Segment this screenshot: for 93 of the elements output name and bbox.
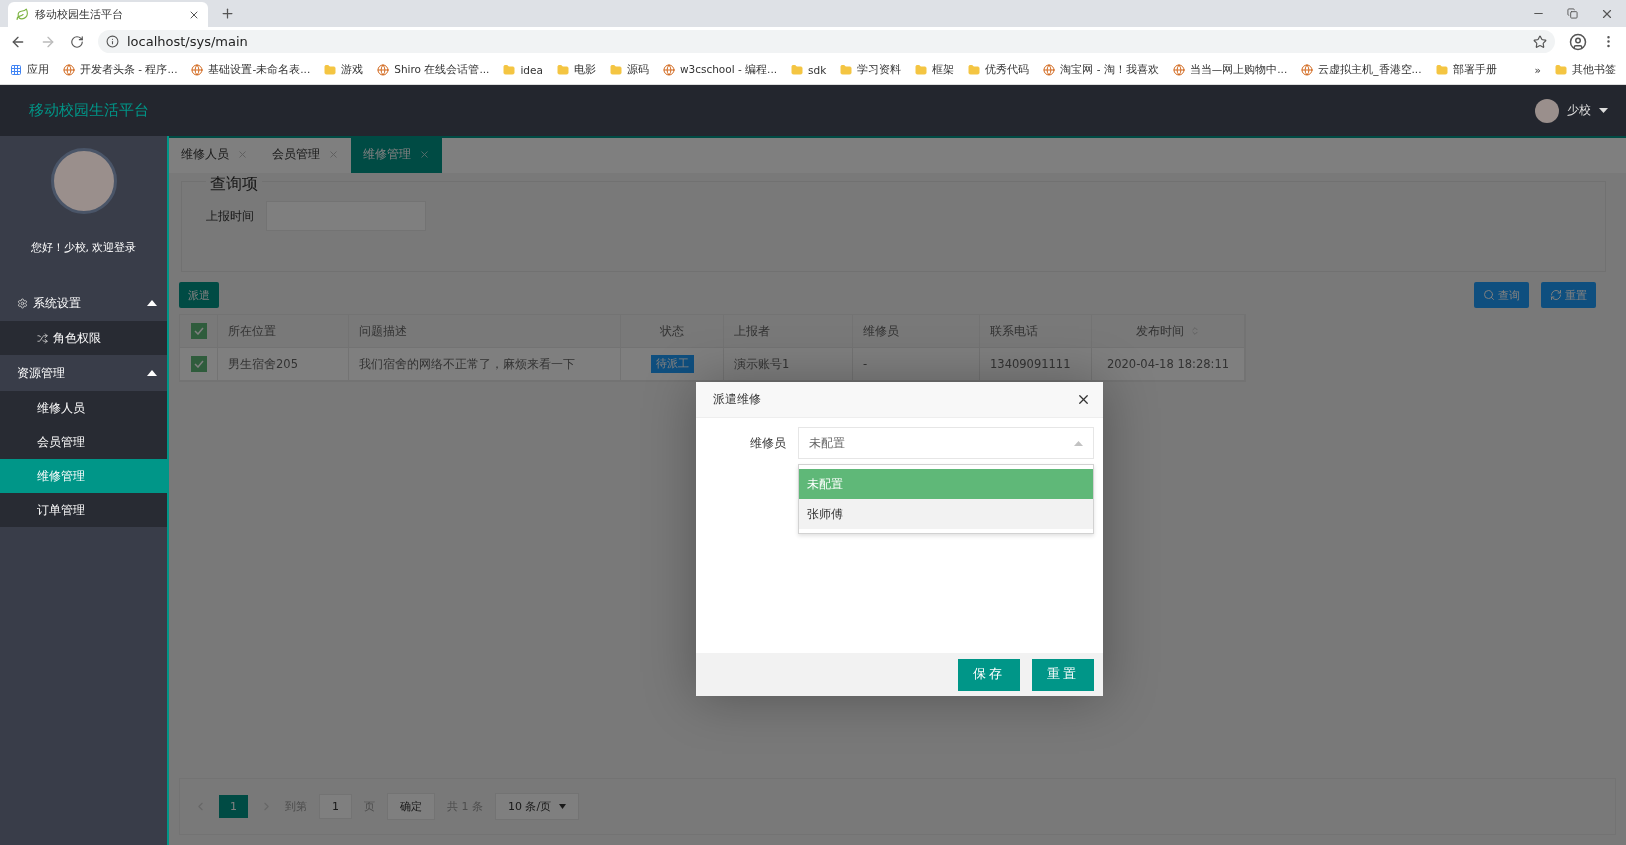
bookmark[interactable]: 云虚拟主机_香港空... (1301, 63, 1422, 77)
dropdown-option[interactable]: 张师傅 (799, 499, 1093, 529)
globe-icon (377, 64, 390, 76)
apps-grid-icon (10, 64, 22, 76)
menu-item[interactable]: 维修人员 (0, 391, 167, 425)
address-bar[interactable]: localhost/sys/main (98, 30, 1555, 53)
bookmark[interactable]: sdk (791, 64, 827, 76)
bookmark[interactable]: 当当—网上购物中... (1172, 63, 1288, 77)
close-icon[interactable] (1076, 392, 1091, 407)
page-size-select[interactable]: 10 条/页 (495, 793, 580, 820)
save-button[interactable]: 保存 (958, 658, 1020, 691)
status-badge: 待派工 (650, 355, 694, 373)
browser-tab[interactable]: 移动校园生活平台 (8, 2, 208, 27)
folder-icon (556, 64, 569, 76)
star-icon[interactable] (1533, 34, 1547, 49)
table-cell: 演示账号1 (724, 348, 853, 381)
menu-group[interactable]: 系统设置 (0, 285, 167, 321)
bookmark[interactable]: 源码 (609, 63, 649, 77)
page-input[interactable]: 1 (319, 794, 352, 819)
globe-icon (191, 64, 204, 76)
refresh-icon (1550, 289, 1562, 301)
folder-icon (324, 64, 337, 76)
folder-icon (609, 64, 622, 76)
bookmark[interactable]: 部署手册 (1435, 63, 1497, 77)
bookmark[interactable]: 淘宝网 - 淘！我喜欢 (1043, 63, 1159, 77)
bookmark[interactable]: 应用 (10, 63, 49, 77)
table-header-cell: 所在位置 (218, 315, 349, 348)
folder-icon (840, 64, 853, 76)
table-cell: 男生宿舍205 (218, 348, 349, 381)
bookmark[interactable]: idea (503, 64, 543, 76)
avatar (1535, 98, 1559, 123)
query-legend: 查询项 (206, 174, 262, 195)
new-tab-icon[interactable] (220, 6, 235, 21)
globe-icon (63, 64, 75, 76)
bookmark[interactable]: 框架 (915, 63, 955, 77)
reload-icon[interactable] (70, 34, 84, 49)
table-header-cell: 问题描述 (349, 315, 621, 348)
table-cell: 13409091111 (980, 348, 1092, 381)
menu-group[interactable]: 资源管理 (0, 355, 167, 391)
checkbox[interactable] (190, 356, 207, 372)
folder-icon (1435, 64, 1448, 76)
info-icon (106, 35, 119, 48)
bookmark[interactable]: 电影 (556, 63, 596, 77)
bookmark[interactable]: 学习资料 (840, 63, 902, 77)
table-header-cell: 发布时间 (1092, 315, 1245, 348)
check-icon (193, 360, 204, 368)
search-icon (1483, 289, 1495, 301)
bookmark[interactable]: 优秀代码 (968, 63, 1030, 77)
folder-icon (503, 64, 516, 76)
checkbox[interactable] (190, 323, 207, 339)
bookmark[interactable]: 游戏 (324, 63, 364, 77)
menu-item[interactable]: 订单管理 (0, 493, 167, 527)
globe-icon (1172, 64, 1185, 76)
table-cell: 我们宿舍的网络不正常了，麻烦来看一下 (349, 348, 621, 381)
table-header-cell: 联系电话 (980, 315, 1092, 348)
bookmark[interactable]: 基础设置-未命名表... (191, 63, 311, 77)
field-label: 维修员 (749, 435, 786, 452)
table-header-cell: 状态 (621, 315, 724, 348)
more-bookmarks[interactable]: » (1534, 64, 1541, 76)
confirm-button[interactable]: 确定 (387, 793, 435, 820)
globe-icon (1301, 64, 1314, 76)
account-icon[interactable] (1569, 32, 1587, 51)
repairman-select[interactable]: 未配置 (798, 427, 1094, 459)
check-icon (193, 327, 204, 335)
dialog-title: 派遣维修 (713, 392, 761, 407)
gear-icon (17, 297, 28, 309)
greeting: 您好！少校, 欢迎登录 (30, 240, 137, 255)
folder-icon (915, 64, 928, 76)
globe-icon (662, 64, 675, 76)
table-cell: - (853, 348, 980, 381)
menu-item[interactable]: 角色权限 (0, 321, 167, 355)
table-cell: 2020-04-18 18:28:11 (1092, 348, 1245, 381)
bookmark[interactable]: w3cschool - 编程... (662, 63, 778, 77)
bookmark[interactable]: 开发者头条 - 程序... (63, 63, 178, 77)
leaf-icon (16, 8, 29, 21)
menu-item[interactable]: 维修管理 (0, 459, 167, 493)
field-label: 上报时间 (206, 208, 254, 224)
folder-icon (1555, 64, 1567, 76)
caret-icon (559, 804, 567, 809)
bookmark[interactable]: 其他书签 (1555, 63, 1616, 77)
restore-icon[interactable] (1567, 8, 1578, 19)
caret-icon[interactable] (1599, 108, 1608, 113)
folder-icon (968, 64, 981, 76)
bookmark[interactable]: Shiro 在线会话管... (377, 63, 490, 77)
user-name[interactable]: 少校 (1567, 102, 1591, 119)
reset-button[interactable]: 重置 (1032, 658, 1094, 691)
table-header-cell: 维修员 (853, 315, 980, 348)
shuffle-icon (37, 332, 48, 344)
menu-item[interactable]: 会员管理 (0, 425, 167, 459)
app-title: 移动校园生活平台 (29, 101, 149, 120)
folder-icon (791, 64, 804, 76)
caret-icon (1074, 440, 1083, 446)
globe-icon (1043, 64, 1056, 76)
